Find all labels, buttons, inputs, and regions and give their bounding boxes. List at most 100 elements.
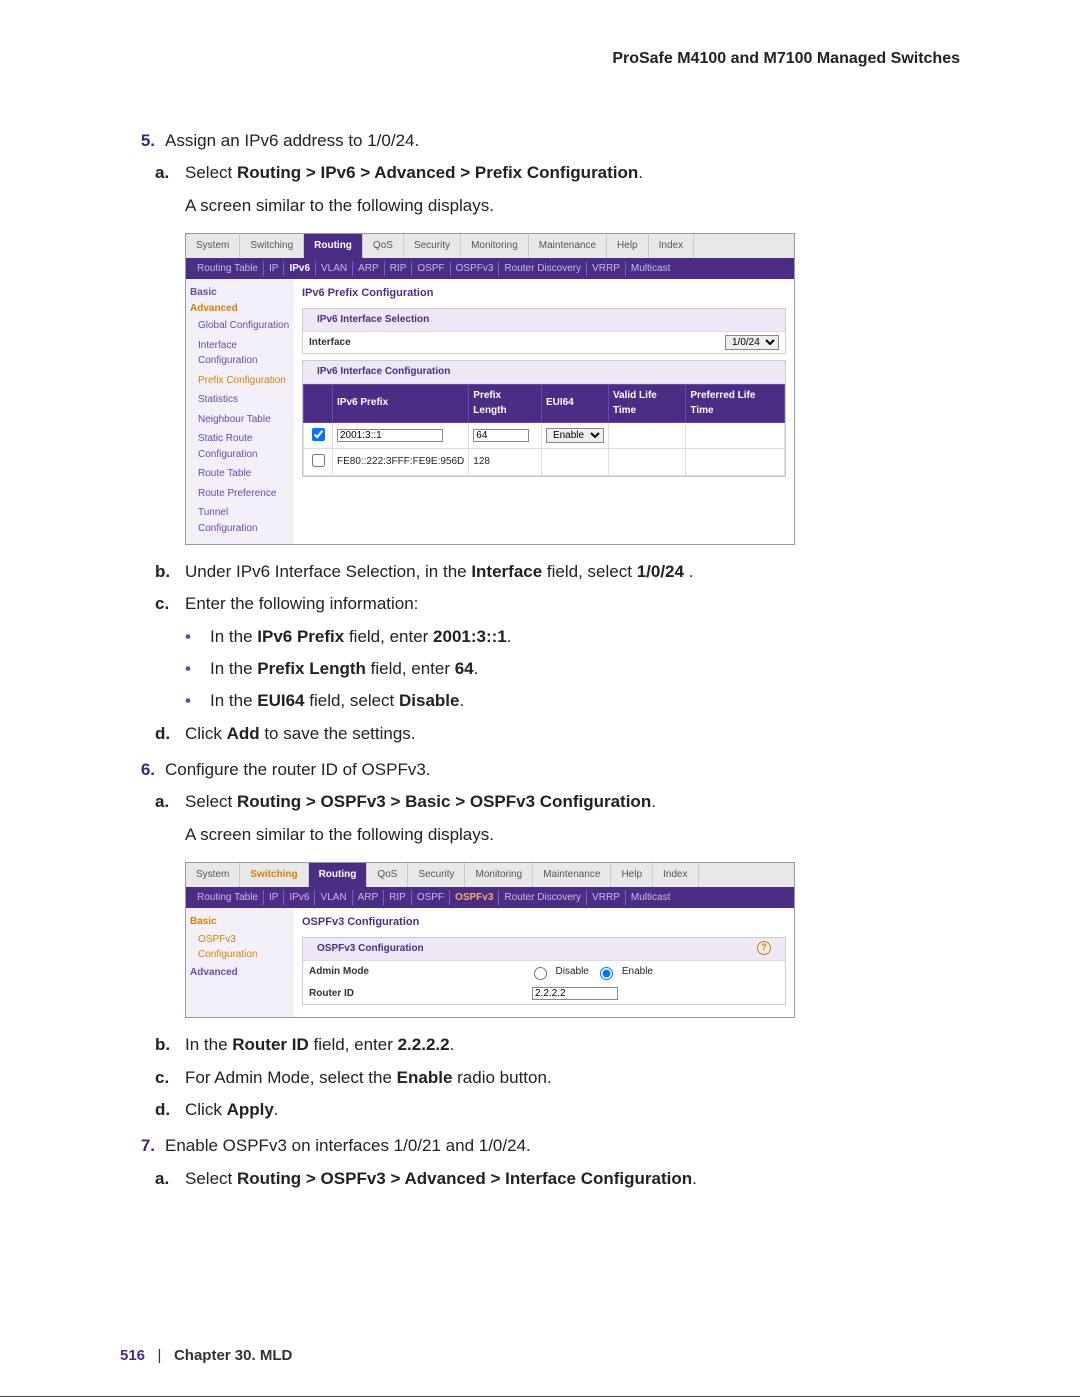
step-6b-body: In the Router ID field, enter 2.2.2.2. [185,1032,960,1058]
step-5a-body: Select Routing > IPv6 > Advanced > Prefi… [185,160,960,219]
subtab-ospfv3[interactable]: OSPFv3 [451,261,500,277]
subtab2-routing-table[interactable]: Routing Table [192,890,264,906]
subtab-vrrp[interactable]: VRRP [587,261,626,277]
subtab-ospf[interactable]: OSPF [412,261,450,277]
subtab-arp[interactable]: ARP [353,261,385,277]
subtab2-ip[interactable]: IP [264,890,284,906]
app-ospfv3-config: System Switching Routing QoS Security Mo… [185,862,795,1018]
subtab-vlan[interactable]: VLAN [316,261,353,277]
app-ipv6-prefix: System Switching Routing QoS Security Mo… [185,233,795,545]
side-static-route[interactable]: Static Route Configuration [190,429,290,464]
sub-tabs-2: Routing Table IP IPv6 VLAN ARP RIP OSPF … [186,887,794,909]
panel-interface-config: IPv6 Interface Configuration [303,361,785,384]
admin-enable-radio[interactable] [600,967,613,980]
admin-enable-text: Enable [622,964,653,980]
side2-ospfv3-config[interactable]: OSPFv3 Configuration [190,930,290,965]
subtab2-ospf[interactable]: OSPF [412,890,450,906]
tab-help[interactable]: Help [607,234,649,258]
row2-prefix: FE80::222:3FFF:FE9E:956D [333,449,469,476]
side-advanced[interactable]: Advanced [190,301,290,317]
row2-checkbox[interactable] [312,454,325,467]
subtab2-vlan[interactable]: VLAN [315,890,352,906]
side-global-config[interactable]: Global Configuration [190,316,290,336]
side-tunnel-config[interactable]: Tunnel Configuration [190,503,290,538]
subtab2-arp[interactable]: ARP [353,890,385,906]
tab-system[interactable]: System [186,234,240,258]
step-5b-body: Under IPv6 Interface Selection, in the I… [185,559,960,585]
panel-ospfv3-config: OSPFv3 Configuration ? [303,938,785,961]
main-tabs: System Switching Routing QoS Security Mo… [186,234,794,258]
main-title-2: OSPFv3 Configuration [302,914,786,931]
sidebar-2: Basic OSPFv3 Configuration Advanced [186,908,294,1017]
step-6c-body: For Admin Mode, select the Enable radio … [185,1065,960,1091]
tab2-monitoring[interactable]: Monitoring [465,863,533,887]
side-route-table[interactable]: Route Table [190,464,290,484]
sidebar: Basic Advanced Global Configuration Inte… [186,279,294,544]
main-content: 5. Assign an IPv6 address to 1/0/24. a. … [120,128,960,1192]
router-id-label: Router ID [309,986,429,1002]
subtab2-rip[interactable]: RIP [384,890,412,906]
main-title: IPv6 Prefix Configuration [302,285,786,302]
main-tabs-2: System Switching Routing QoS Security Mo… [186,863,794,887]
tab2-system[interactable]: System [186,863,240,887]
tab-security[interactable]: Security [404,234,461,258]
help-icon[interactable]: ? [757,941,771,955]
th-check [304,384,333,422]
side2-basic[interactable]: Basic [190,914,290,930]
step-7a-body: Select Routing > OSPFv3 > Advanced > Int… [185,1166,960,1192]
side-basic[interactable]: Basic [190,285,290,301]
side-statistics[interactable]: Statistics [190,390,290,410]
step-6a-num: a. [155,789,185,848]
side-interface-config[interactable]: Interface Configuration [190,336,290,371]
subtab2-router-discovery[interactable]: Router Discovery [499,890,587,906]
side-neighbour-table[interactable]: Neighbour Table [190,410,290,430]
table-row: FE80::222:3FFF:FE9E:956D 128 [304,449,785,476]
tab-monitoring[interactable]: Monitoring [461,234,529,258]
subtab-rip[interactable]: RIP [385,261,413,277]
admin-disable-radio[interactable] [534,967,547,980]
tab2-routing[interactable]: Routing [309,863,368,887]
tab-routing[interactable]: Routing [304,234,363,258]
subtab-routing-table[interactable]: Routing Table [192,261,264,277]
tab-maintenance[interactable]: Maintenance [529,234,607,258]
tab-switching[interactable]: Switching [240,234,304,258]
tab-index[interactable]: Index [649,234,694,258]
step-7a-num: a. [155,1166,185,1192]
interface-label: Interface [309,335,379,351]
step-5c-body: Enter the following information: [185,591,960,617]
interface-select[interactable]: 1/0/24 [725,335,779,350]
row2-length: 128 [469,449,542,476]
tab-qos[interactable]: QoS [363,234,404,258]
tab2-qos[interactable]: QoS [367,863,408,887]
router-id-input[interactable] [532,987,618,1000]
subtab2-vrrp[interactable]: VRRP [587,890,626,906]
subtab-ip[interactable]: IP [264,261,284,277]
tab2-maintenance[interactable]: Maintenance [533,863,611,887]
step-6a-body: Select Routing > OSPFv3 > Basic > OSPFv3… [185,789,960,848]
side-prefix-config[interactable]: Prefix Configuration [190,371,290,391]
subtab2-ipv6[interactable]: IPv6 [284,890,315,906]
prefix-table: IPv6 Prefix Prefix Length EUI64 Valid Li… [303,384,785,476]
th-preferred-life: Preferred Life Time [686,384,785,422]
step-5d-num: d. [155,721,185,747]
side2-advanced[interactable]: Advanced [190,965,290,981]
subtab-multicast[interactable]: Multicast [626,261,675,277]
step-5d-body: Click Add to save the settings. [185,721,960,747]
side-route-preference[interactable]: Route Preference [190,484,290,504]
row1-eui64-select[interactable]: Enable [546,428,604,443]
subtab2-multicast[interactable]: Multicast [626,890,675,906]
subtab-ipv6[interactable]: IPv6 [284,261,316,277]
step-6d-num: d. [155,1097,185,1123]
tab2-index[interactable]: Index [653,863,698,887]
tab2-switching[interactable]: Switching [240,863,308,887]
th-valid-life: Valid Life Time [608,384,685,422]
row1-prefix-input[interactable] [337,429,443,442]
subtab-router-discovery[interactable]: Router Discovery [499,261,587,277]
row1-checkbox[interactable] [312,428,325,441]
step-5-num: 5. [120,128,165,154]
tab2-help[interactable]: Help [611,863,653,887]
step-7-text: Enable OSPFv3 on interfaces 1/0/21 and 1… [165,1133,960,1159]
row1-length-input[interactable] [473,429,529,442]
tab2-security[interactable]: Security [408,863,465,887]
subtab2-ospfv3[interactable]: OSPFv3 [450,890,499,906]
